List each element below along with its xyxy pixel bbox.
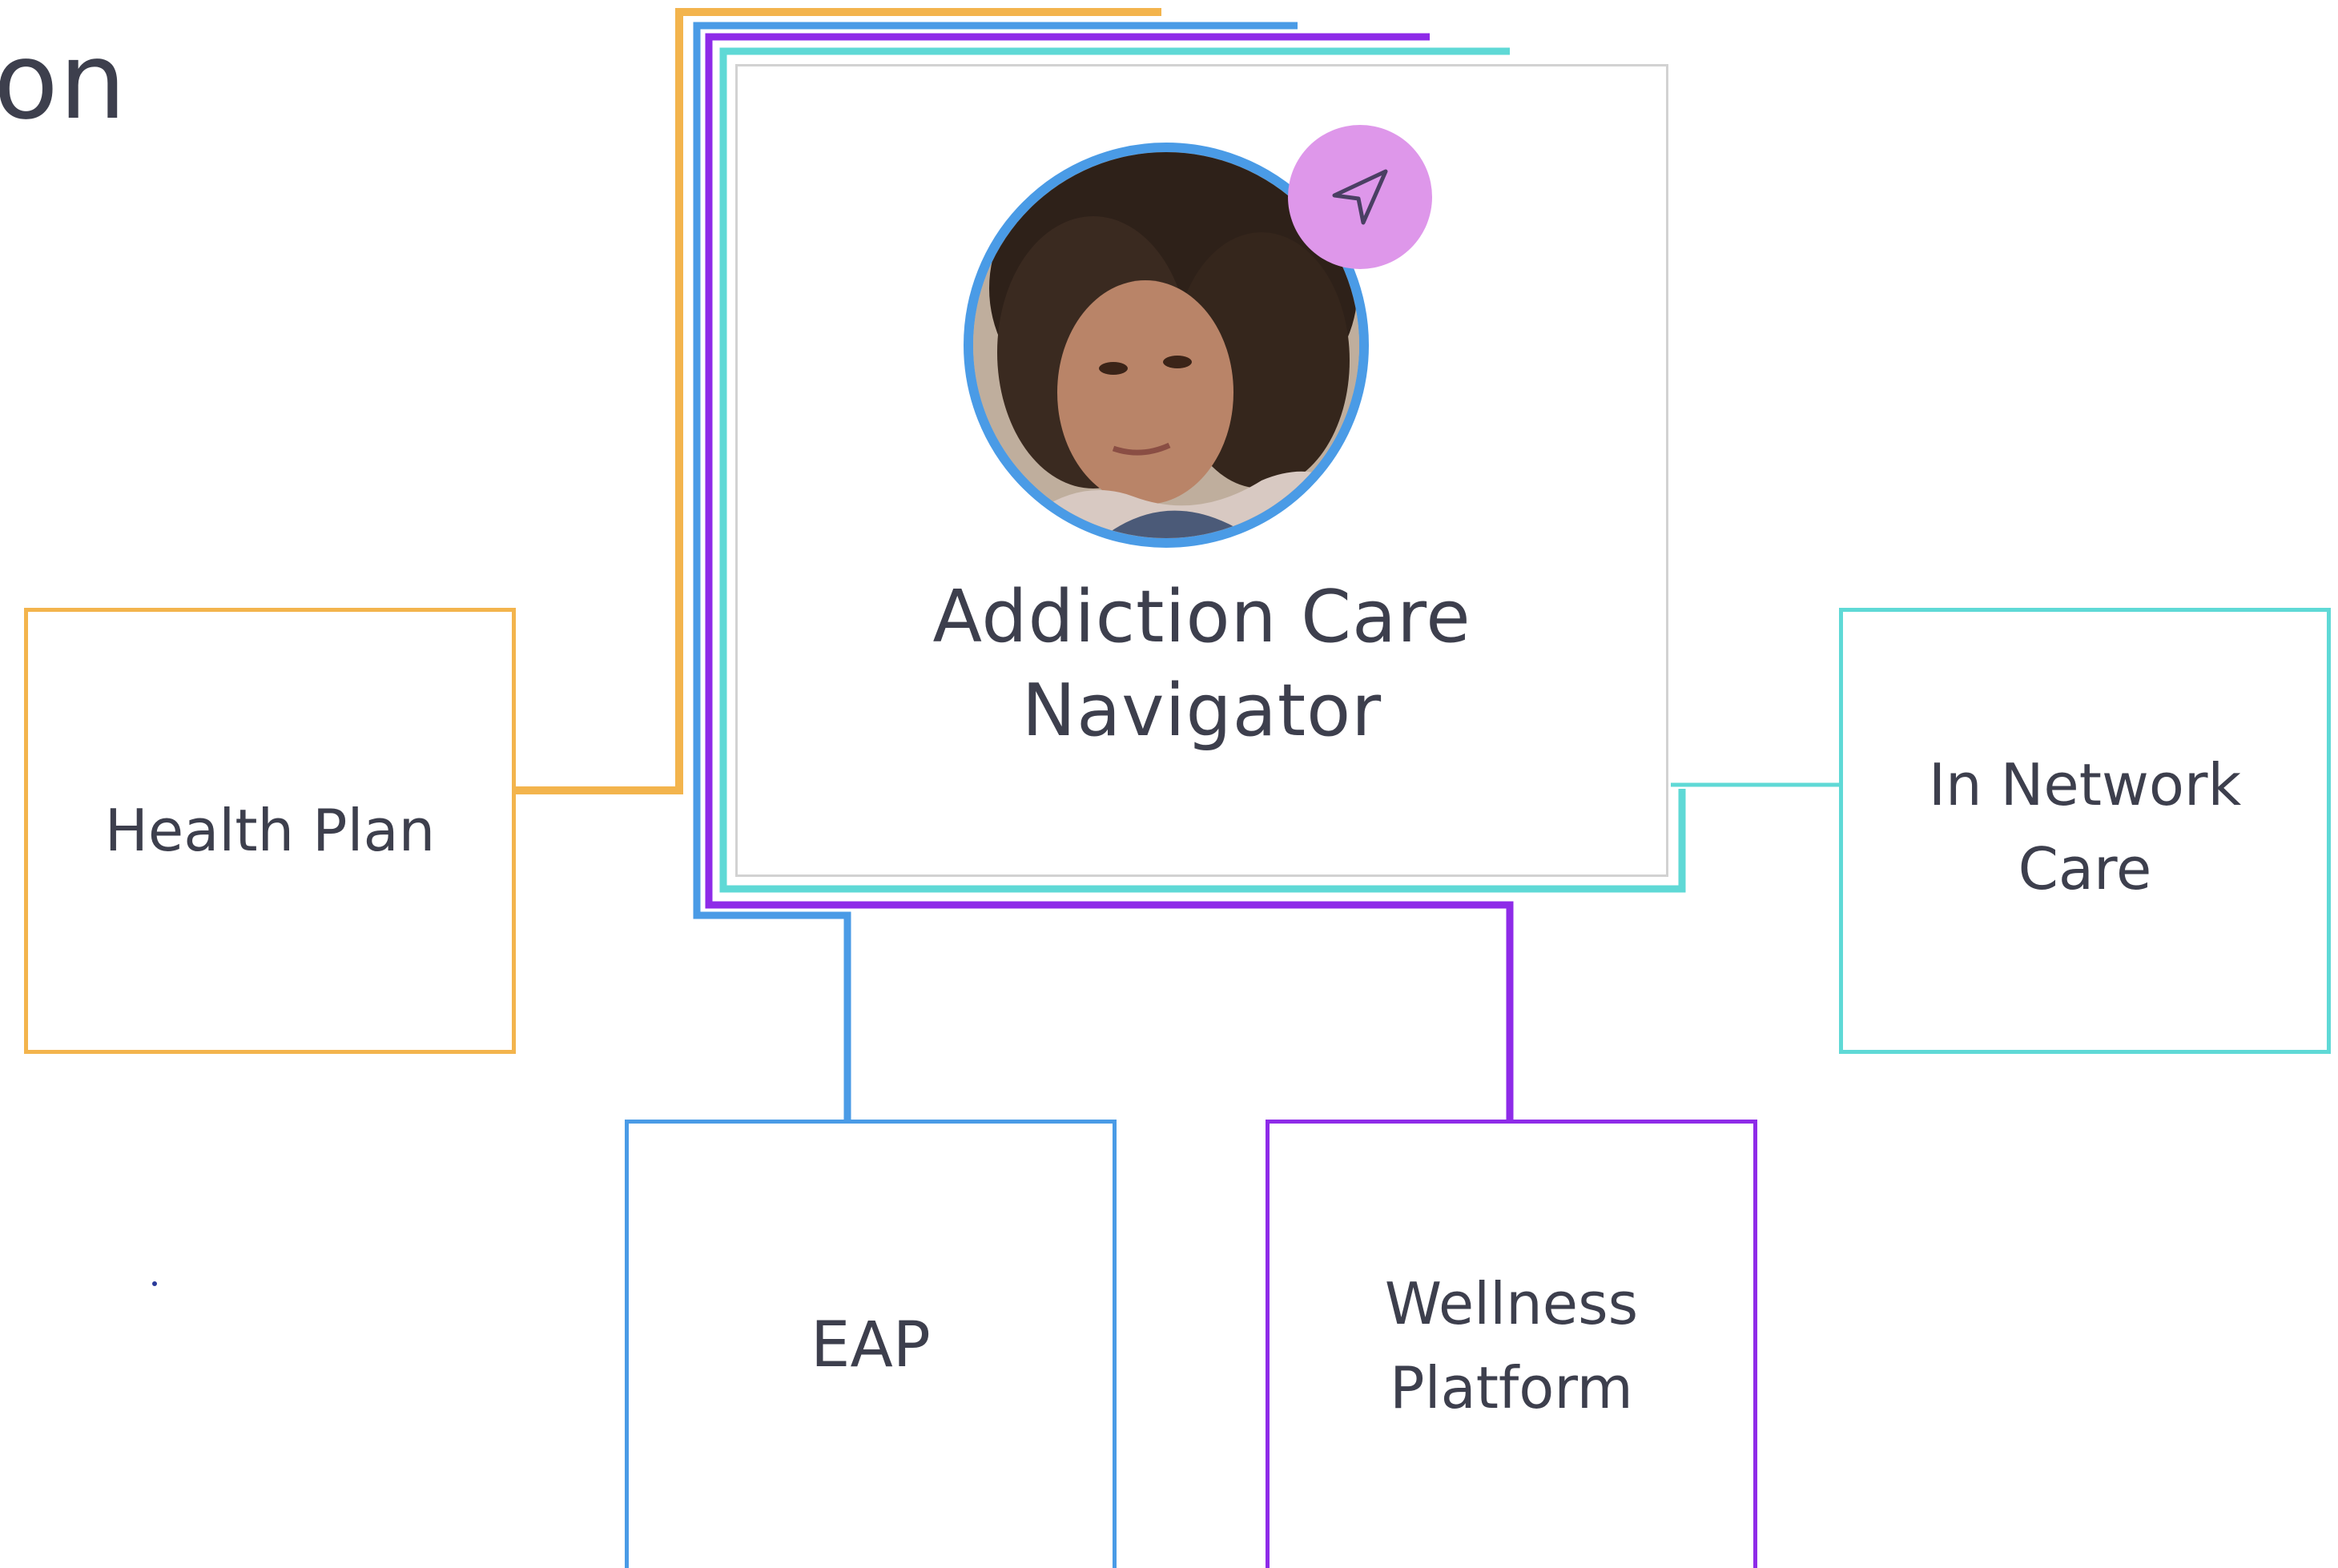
eap-box[interactable]: EAP xyxy=(625,1120,1117,1568)
eap-label: EAP xyxy=(811,1309,931,1381)
health-plan-label: Health Plan xyxy=(104,797,436,865)
wellness-platform-box[interactable]: Wellness Platform xyxy=(1266,1120,1757,1568)
in-network-label-line2: Care xyxy=(2018,834,2152,903)
in-network-care-box[interactable]: In Network Care xyxy=(1839,608,2331,1054)
page-heading-fragment: on xyxy=(0,20,127,143)
stray-dot xyxy=(152,1281,157,1286)
send-button[interactable] xyxy=(1288,125,1432,269)
card-title-line2: Navigator xyxy=(1021,669,1382,753)
send-arrow-icon xyxy=(1332,169,1388,225)
wellness-label-line1: Wellness xyxy=(1384,1270,1639,1338)
in-network-label-line1: In Network xyxy=(1928,751,2242,819)
card-title-line1: Addiction Care xyxy=(932,575,1471,659)
card-title: Addiction Care Navigator xyxy=(735,570,1668,758)
health-plan-box[interactable]: Health Plan xyxy=(24,608,516,1054)
wellness-label-line2: Platform xyxy=(1390,1353,1633,1421)
